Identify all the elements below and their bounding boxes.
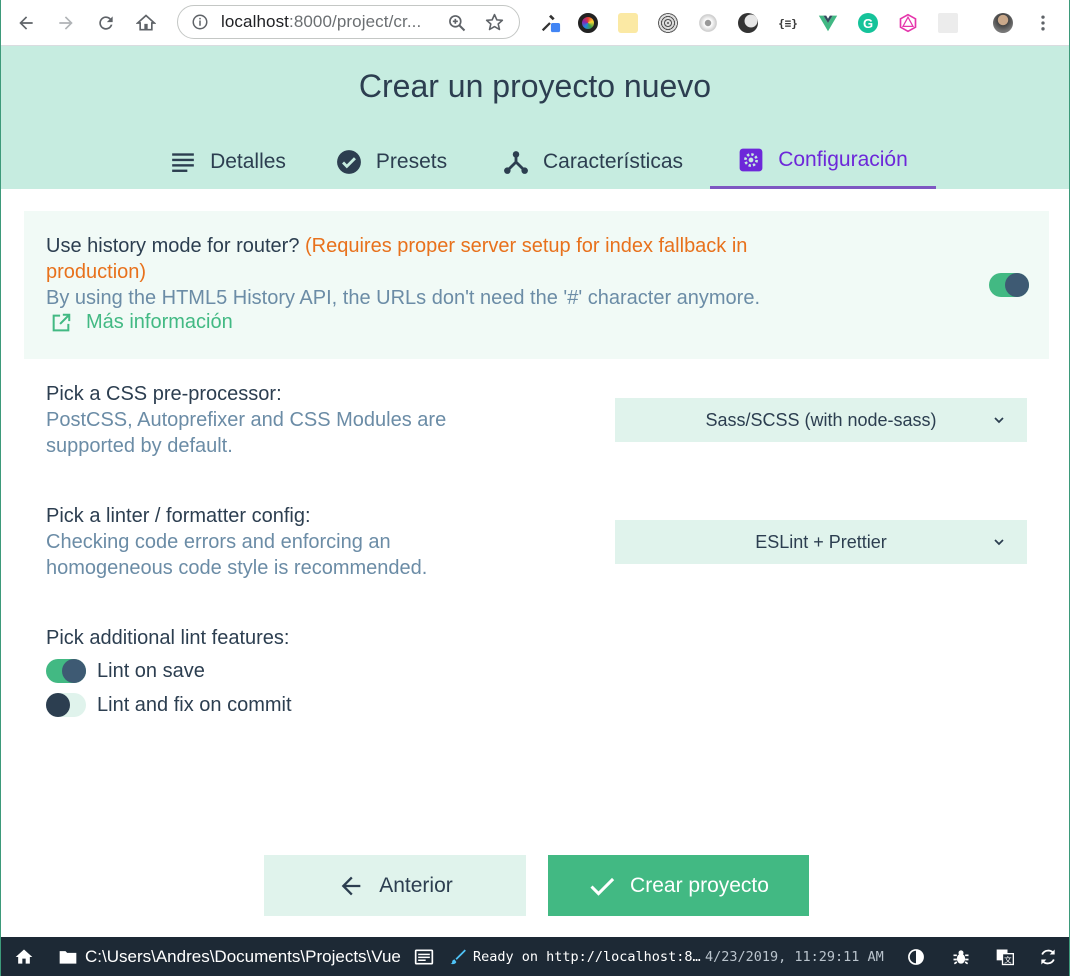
external-link-icon bbox=[52, 313, 71, 331]
css-preprocessor-section: Pick a CSS pre-processor: PostCSS, Autop… bbox=[46, 381, 506, 459]
css-preprocessor-question: Pick a CSS pre-processor: bbox=[46, 383, 282, 405]
lint-features-question: Pick additional lint features: bbox=[46, 627, 290, 649]
svg-text:文: 文 bbox=[1004, 954, 1012, 964]
toggle-knob bbox=[1005, 273, 1029, 297]
linter-config-question: Pick a linter / formatter config: bbox=[46, 505, 311, 527]
lint-on-commit-toggle[interactable] bbox=[46, 693, 86, 717]
step-tabs: Detalles Presets Características Configu… bbox=[1, 134, 1069, 189]
arrow-right-icon bbox=[59, 15, 73, 30]
css-preprocessor-select[interactable]: Sass/SCSS (with node-sass) bbox=[615, 398, 1027, 442]
toggle-knob bbox=[46, 693, 70, 717]
history-mode-question: Use history mode for router? (Requires p… bbox=[46, 235, 748, 283]
graphql-extension-icon[interactable] bbox=[896, 11, 920, 35]
tab-details[interactable]: Detalles bbox=[153, 134, 303, 189]
chevron-down-icon bbox=[994, 539, 1004, 546]
lint-on-save-option[interactable]: Lint on save bbox=[46, 659, 205, 683]
translate-icon[interactable]: 文 bbox=[995, 947, 1015, 967]
url-text: localhost:8000/project/cr... bbox=[221, 12, 422, 31]
fork-icon bbox=[504, 150, 528, 174]
linter-config-section: Pick a linter / formatter config: Checki… bbox=[46, 503, 506, 581]
page-header: Crear un proyecto nuevo Detalles Presets… bbox=[1, 46, 1069, 189]
folder-icon[interactable] bbox=[58, 947, 78, 967]
tab-presets[interactable]: Presets bbox=[319, 134, 464, 189]
check-icon bbox=[590, 877, 615, 896]
contrast-icon[interactable] bbox=[906, 947, 926, 967]
zoom-icon[interactable] bbox=[447, 13, 467, 33]
grid-extension-icon[interactable] bbox=[936, 11, 960, 35]
tab-label: Presets bbox=[375, 149, 448, 173]
moon-extension-icon[interactable] bbox=[736, 11, 760, 35]
vue-devtools-icon[interactable] bbox=[816, 11, 840, 35]
reload-button[interactable] bbox=[91, 8, 121, 38]
history-mode-toggle[interactable] bbox=[989, 273, 1029, 297]
arrow-left-icon bbox=[19, 15, 33, 30]
gear-icon bbox=[739, 148, 763, 172]
grammarly-extension-icon[interactable]: G bbox=[856, 11, 880, 35]
project-path[interactable]: C:\Users\Andres\Documents\Projects\Vue bbox=[85, 947, 401, 967]
bookmark-star-icon[interactable] bbox=[484, 12, 505, 33]
status-bar: C:\Users\Andres\Documents\Projects\Vue R… bbox=[1, 937, 1069, 976]
more-vertical-icon bbox=[1041, 15, 1045, 31]
lint-on-commit-option[interactable]: Lint and fix on commit bbox=[46, 693, 292, 717]
bug-icon[interactable] bbox=[951, 947, 971, 967]
create-project-button[interactable]: Crear proyecto bbox=[548, 855, 809, 916]
previous-button[interactable]: Anterior bbox=[264, 855, 526, 916]
tab-configuration[interactable]: Configuración bbox=[710, 134, 936, 189]
history-mode-description: By using the HTML5 History API, the URLs… bbox=[46, 287, 761, 309]
brush-icon bbox=[450, 949, 466, 965]
lint-on-save-toggle[interactable] bbox=[46, 659, 86, 683]
home-icon[interactable] bbox=[14, 947, 34, 967]
linter-config-description: Checking code errors and enforcing an ho… bbox=[46, 531, 428, 579]
eyedropper-extension-icon[interactable] bbox=[538, 11, 562, 35]
info-icon bbox=[192, 14, 208, 30]
browser-toolbar: localhost:8000/project/cr... {≡} G bbox=[1, 0, 1069, 46]
target-extension-icon[interactable] bbox=[696, 11, 720, 35]
history-mode-section: Use history mode for router? (Requires p… bbox=[24, 211, 1049, 359]
home-button[interactable] bbox=[131, 8, 161, 38]
list-icon bbox=[172, 152, 194, 172]
arrow-left-icon bbox=[341, 876, 361, 895]
browser-menu-button[interactable] bbox=[1031, 11, 1055, 35]
linter-config-select[interactable]: ESLint + Prettier bbox=[615, 520, 1027, 564]
page-title: Crear un proyecto nuevo bbox=[358, 68, 712, 104]
reload-icon bbox=[99, 15, 113, 30]
home-icon bbox=[136, 13, 156, 30]
tab-features[interactable]: Características bbox=[483, 134, 703, 189]
profile-avatar[interactable] bbox=[991, 11, 1015, 35]
json-extension-icon[interactable]: {≡} bbox=[776, 11, 800, 35]
chevron-down-icon bbox=[994, 417, 1004, 424]
log-message[interactable]: Ready on http://localhost:8… bbox=[473, 949, 703, 965]
toggle-knob bbox=[62, 659, 86, 683]
tab-label: Características bbox=[542, 149, 684, 173]
forward-button[interactable] bbox=[51, 8, 81, 38]
log-timestamp: 4/23/2019, 11:29:11 AM bbox=[705, 949, 884, 965]
css-preprocessor-description: PostCSS, Autoprefixer and CSS Modules ar… bbox=[46, 409, 447, 457]
history-mode-text: Use history mode for router? (Requires p… bbox=[46, 233, 846, 311]
check-circle-icon bbox=[336, 149, 361, 174]
more-info-link[interactable]: Más información bbox=[50, 311, 233, 334]
tab-label: Configuración bbox=[778, 148, 908, 171]
address-bar[interactable]: localhost:8000/project/cr... bbox=[177, 5, 520, 39]
app-window: localhost:8000/project/cr... {≡} G Crear… bbox=[0, 0, 1070, 976]
color-wheel-extension-icon[interactable] bbox=[576, 11, 600, 35]
terminal-icon[interactable] bbox=[414, 947, 434, 967]
sparkle-extension-icon[interactable] bbox=[616, 11, 640, 35]
back-button[interactable] bbox=[11, 8, 41, 38]
sync-icon[interactable] bbox=[1038, 947, 1058, 967]
tab-label: Detalles bbox=[210, 149, 286, 173]
pattern-extension-icon[interactable] bbox=[656, 11, 680, 35]
